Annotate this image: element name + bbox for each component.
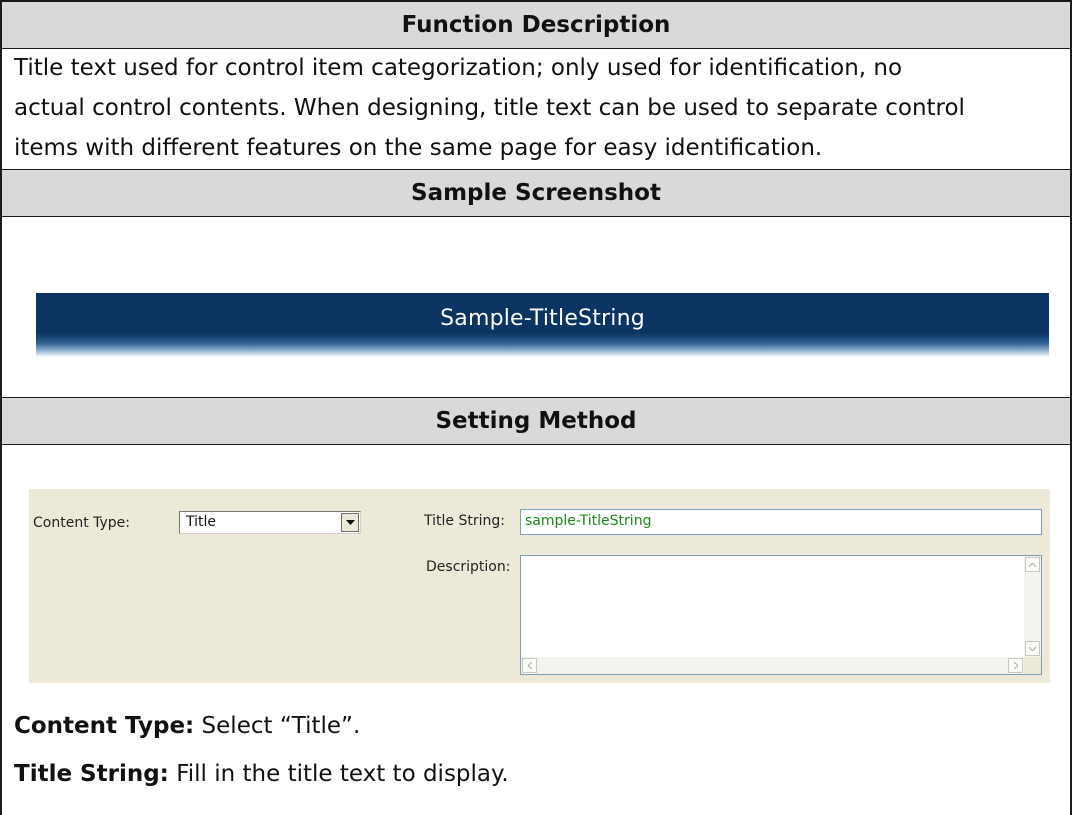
sample-screenshot-title: Sample Screenshot (411, 180, 661, 206)
setting-method-header: Setting Method (0, 398, 1072, 444)
table-border-left (0, 0, 2, 815)
description-line: Title text used for control item categor… (14, 55, 903, 81)
title-string-input[interactable]: sample-TitleString (520, 509, 1042, 535)
chevron-down-icon[interactable] (341, 513, 359, 532)
note-content-type: Content Type: Select “Title”. (14, 706, 1060, 746)
table-divider (0, 444, 1072, 445)
function-description-body: Title text used for control item categor… (14, 48, 1060, 168)
content-type-select[interactable]: Title (179, 511, 361, 534)
description-label: Description: (426, 559, 511, 575)
scrollbar-corner (1024, 657, 1041, 674)
note-term: Content Type: (14, 713, 195, 739)
document-table: Function Description Title text used for… (0, 0, 1072, 815)
description-line: actual control contents. When designing,… (14, 95, 965, 121)
title-string-label: Title String: (424, 513, 505, 529)
table-divider (0, 48, 1072, 49)
title-string-value: sample-TitleString (525, 513, 652, 529)
sample-title-banner: Sample-TitleString (36, 293, 1049, 357)
description-line: items with different features on the sam… (14, 135, 823, 161)
setting-notes: Content Type: Select “Title”. Title Stri… (14, 706, 1060, 794)
table-divider (0, 397, 1072, 398)
description-textarea[interactable] (520, 555, 1042, 675)
function-description-header: Function Description (0, 2, 1072, 48)
table-border-top (0, 0, 1072, 2)
scroll-left-icon[interactable] (522, 658, 537, 673)
settings-panel: Content Type: Title Title String: sample… (29, 489, 1050, 683)
table-divider (0, 216, 1072, 217)
note-title-string: Title String: Fill in the title text to … (14, 754, 1060, 794)
scroll-down-icon[interactable] (1025, 641, 1040, 656)
table-divider (0, 169, 1072, 170)
sample-screenshot-header: Sample Screenshot (0, 170, 1072, 216)
scroll-up-icon[interactable] (1025, 557, 1040, 572)
vertical-scrollbar[interactable] (1024, 556, 1041, 657)
function-description-title: Function Description (401, 12, 671, 38)
content-type-label: Content Type: (33, 515, 131, 531)
note-text: Select “Title”. (194, 713, 361, 739)
note-text: Fill in the title text to display. (168, 761, 509, 787)
banner-title-text: Sample-TitleString (440, 306, 645, 331)
setting-method-title: Setting Method (435, 408, 637, 434)
horizontal-scrollbar[interactable] (521, 657, 1024, 674)
content-type-value: Title (186, 514, 217, 530)
note-term: Title String: (14, 761, 169, 787)
scroll-right-icon[interactable] (1008, 658, 1023, 673)
